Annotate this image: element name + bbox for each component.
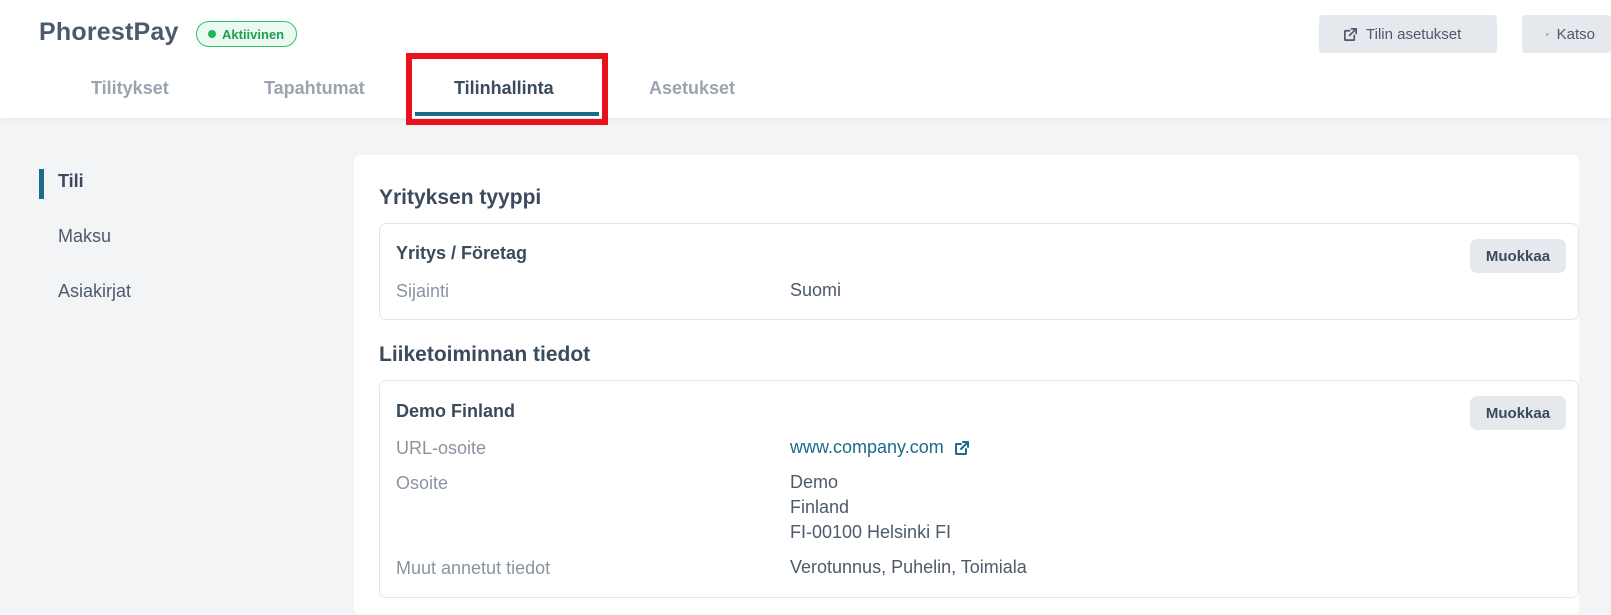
external-link-icon [1546,32,1549,36]
tab-asetukset[interactable]: Asetukset [649,78,735,99]
status-badge-label: Aktiivinen [222,26,285,42]
account-settings-label: Tilin asetukset [1366,25,1462,43]
company-type-card-title: Yritys / Företag [396,243,528,263]
sidebar-item-tili[interactable]: Tili [58,171,84,192]
highlight-box [406,53,608,125]
top-header: PhorestPay Aktiivinen Tilin asetukset Ka… [0,0,1611,118]
edit-company-type-button[interactable]: Muokkaa [1470,239,1566,273]
sidebar-item-asiakirjat[interactable]: Asiakirjat [58,281,131,302]
url-label: URL-osoite [396,438,487,458]
address-line-2: Finland [790,497,850,517]
other-info-label: Muut annetut tiedot [396,558,551,578]
address-line-1: Demo [790,472,839,492]
company-type-card: Yritys / Företag Muokkaa Sijainti Suomi [379,223,1579,320]
status-badge: Aktiivinen [196,21,298,47]
edit-business-info-button[interactable]: Muokkaa [1470,396,1566,430]
location-value: Suomi [790,280,842,300]
view-button-label: Katso [1556,25,1595,43]
address-line-3: FI-00100 Helsinki FI [790,522,952,542]
account-settings-button[interactable]: Tilin asetukset [1319,15,1497,53]
sidebar-active-indicator [39,169,44,199]
url-link-text: www.company.com [790,437,944,457]
url-link[interactable]: www.company.com [790,435,970,460]
tab-tilitykset[interactable]: Tilitykset [91,78,169,99]
location-label: Sijainti [396,281,450,301]
business-info-title: Liiketoiminnan tiedot [379,343,591,366]
status-dot-icon [208,30,216,38]
view-button[interactable]: Katso [1522,15,1611,53]
other-info-value: Verotunnus, Puhelin, Toimiala [790,557,1027,577]
company-type-title: Yrityksen tyyppi [379,186,542,209]
business-info-card: Demo Finland Muokkaa URL-osoite www.comp… [379,380,1579,598]
external-link-icon [1344,27,1357,41]
business-name: Demo Finland [396,401,516,421]
address-label: Osoite [396,473,449,493]
sidebar-item-maksu[interactable]: Maksu [58,226,111,247]
external-link-icon [954,440,969,455]
app-title: PhorestPay [39,18,179,46]
tab-tapahtumat[interactable]: Tapahtumat [264,78,365,99]
